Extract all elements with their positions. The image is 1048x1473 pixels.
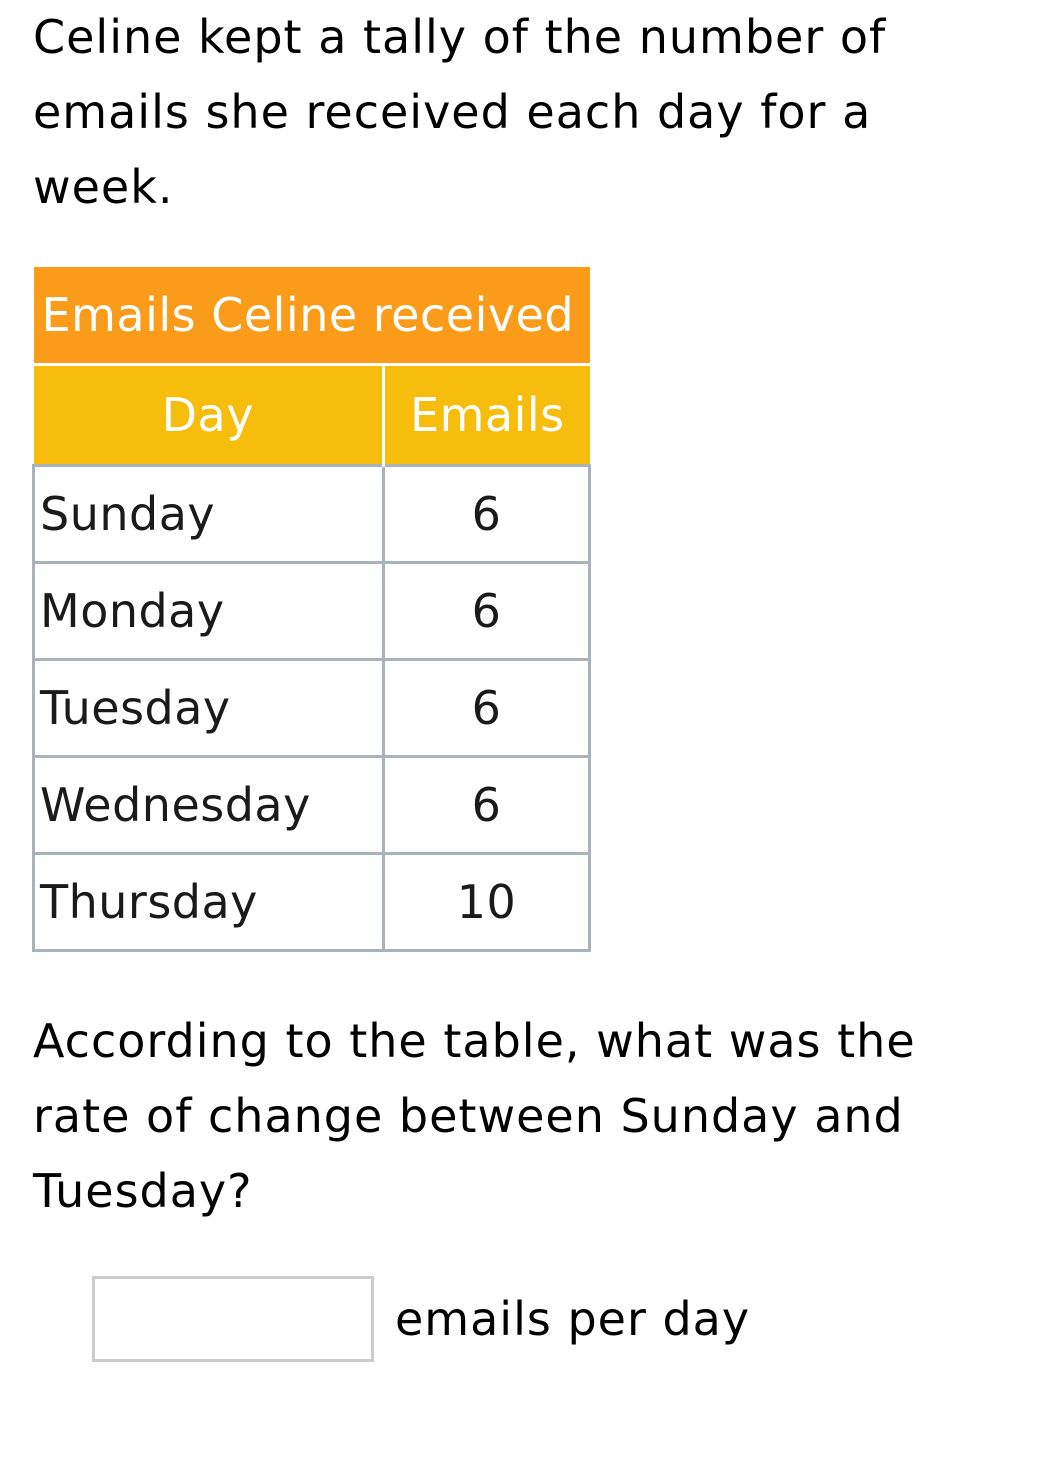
day-cell: Thursday — [31, 852, 386, 952]
unit-label: emails per day — [395, 1292, 751, 1346]
column-header-day: Day — [33, 364, 386, 466]
emails-table: Emails Celine received Day Emails Sunday… — [31, 267, 591, 952]
day-cell: Sunday — [31, 464, 386, 564]
emails-cell: 6 — [382, 464, 591, 564]
intro-text: Celine kept a tally of the number of ema… — [33, 10, 887, 214]
table-row: Monday 6 — [31, 561, 591, 661]
table-header-row: Day Emails — [33, 364, 590, 466]
emails-cell: 6 — [382, 755, 591, 855]
table-row: Thursday 10 — [31, 852, 591, 952]
table-row: Sunday 6 — [31, 464, 591, 564]
question-text: According to the table, what was the rat… — [33, 1014, 916, 1218]
emails-cell: 6 — [382, 561, 591, 661]
column-header-emails: Emails — [383, 364, 590, 466]
day-cell: Monday — [31, 561, 386, 661]
answer-row: emails per day — [92, 1276, 750, 1362]
answer-input[interactable] — [92, 1276, 374, 1362]
table-title-row: Emails Celine received — [33, 267, 590, 366]
emails-table-container: Emails Celine received Day Emails Sunday… — [31, 267, 591, 952]
table-row: Tuesday 6 — [31, 658, 591, 758]
day-cell: Wednesday — [31, 755, 386, 855]
emails-cell: 6 — [382, 658, 591, 758]
emails-cell: 10 — [382, 852, 591, 952]
day-cell: Tuesday — [31, 658, 386, 758]
table-row: Wednesday 6 — [31, 755, 591, 855]
table-title: Emails Celine received — [33, 267, 590, 366]
